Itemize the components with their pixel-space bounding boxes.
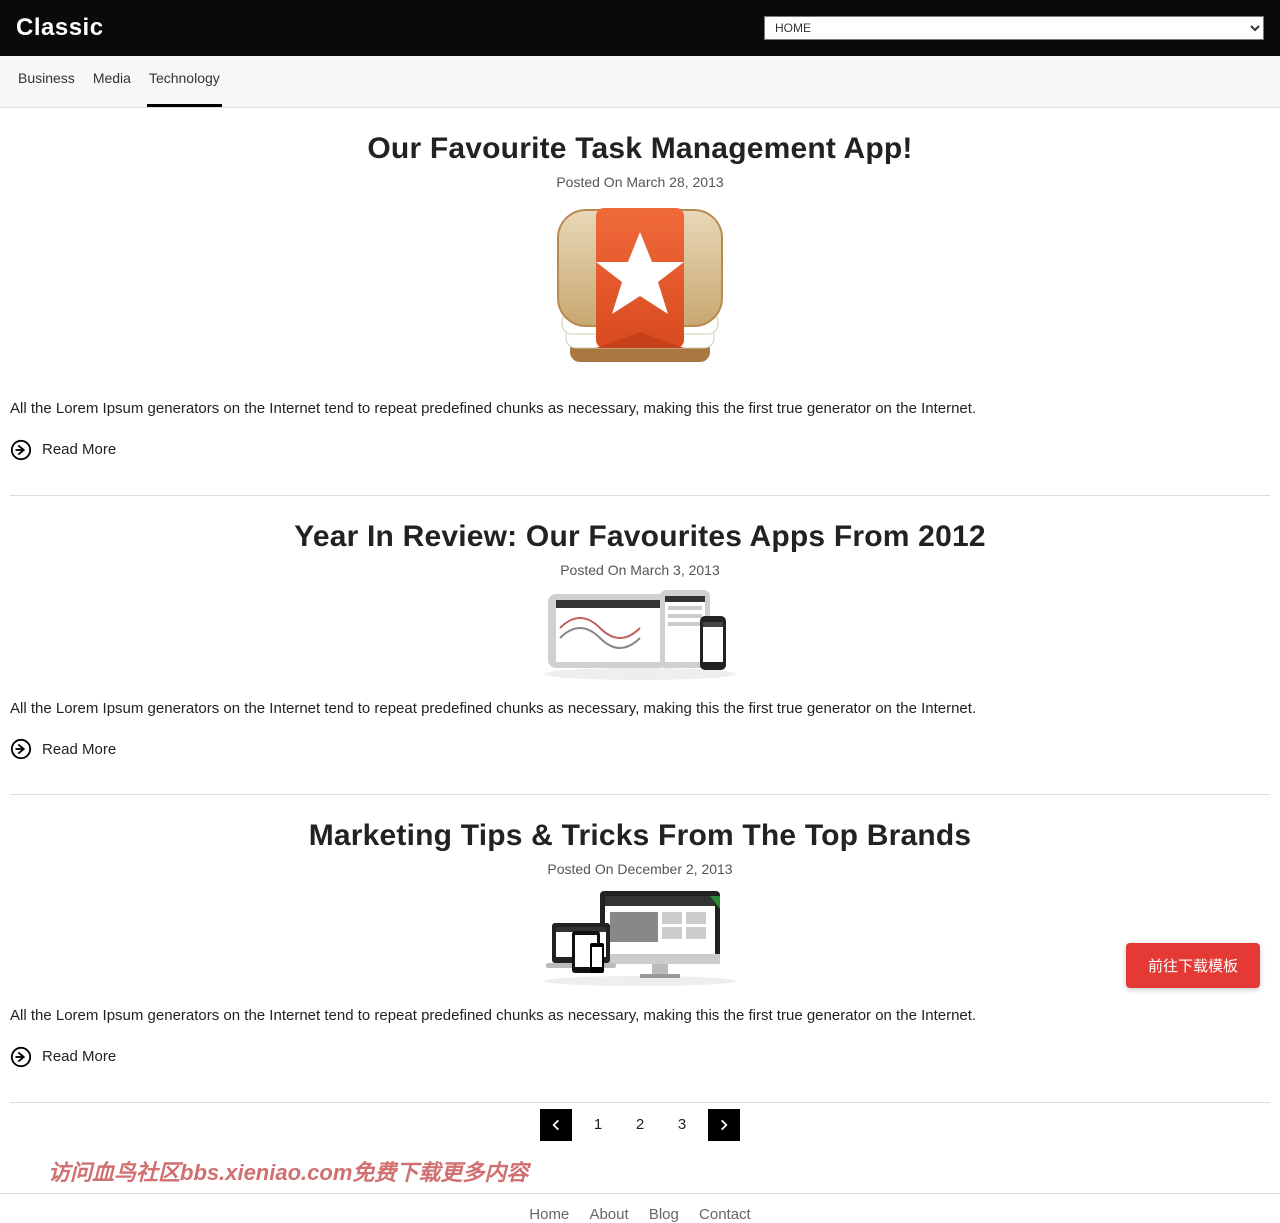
- read-more-link[interactable]: Read More: [10, 738, 1270, 760]
- post-image[interactable]: [10, 200, 1270, 380]
- brand-title[interactable]: Classic: [16, 14, 104, 42]
- footer-link-contact[interactable]: Contact: [699, 1206, 751, 1223]
- responsive-showcase-icon: [540, 887, 740, 987]
- read-more-label: Read More: [42, 441, 116, 458]
- devices-mockup-icon: [540, 588, 740, 680]
- footer-link-blog[interactable]: Blog: [649, 1206, 679, 1223]
- read-more-link[interactable]: Read More: [10, 439, 1270, 461]
- post-title[interactable]: Marketing Tips & Tricks From The Top Bra…: [10, 819, 1270, 853]
- post-meta: Posted On March 28, 2013: [10, 174, 1270, 190]
- footer-link-home[interactable]: Home: [529, 1206, 569, 1223]
- footer-nav: Home About Blog Contact: [0, 1193, 1280, 1223]
- post-title[interactable]: Year In Review: Our Favourites Apps From…: [10, 520, 1270, 554]
- arrow-circle-right-icon: [10, 1046, 32, 1068]
- topbar: Classic HOME: [0, 0, 1280, 56]
- pagination-page-1[interactable]: 1: [582, 1109, 614, 1141]
- category-link-technology[interactable]: Technology: [147, 70, 222, 107]
- post-excerpt: All the Lorem Ipsum generators on the In…: [10, 398, 1270, 421]
- read-more-label: Read More: [42, 741, 116, 758]
- read-more-link[interactable]: Read More: [10, 1046, 1270, 1068]
- read-more-label: Read More: [42, 1048, 116, 1065]
- post-excerpt: All the Lorem Ipsum generators on the In…: [10, 1005, 1270, 1028]
- wunderlist-icon: [540, 200, 740, 380]
- post-image[interactable]: [10, 887, 1270, 987]
- post: Year In Review: Our Favourites Apps From…: [10, 496, 1270, 796]
- category-link-business[interactable]: Business: [16, 70, 77, 107]
- download-template-button[interactable]: 前往下载模板: [1126, 943, 1260, 988]
- pagination: 1 2 3: [10, 1103, 1270, 1151]
- footer-link-about[interactable]: About: [589, 1206, 628, 1223]
- post-title[interactable]: Our Favourite Task Management App!: [10, 132, 1270, 166]
- post: Marketing Tips & Tricks From The Top Bra…: [10, 795, 1270, 1103]
- pagination-page-2[interactable]: 2: [624, 1109, 656, 1141]
- post-image[interactable]: [10, 588, 1270, 680]
- arrow-circle-right-icon: [10, 738, 32, 760]
- pagination-page-3[interactable]: 3: [666, 1109, 698, 1141]
- post-excerpt: All the Lorem Ipsum generators on the In…: [10, 698, 1270, 721]
- post-meta: Posted On March 3, 2013: [10, 562, 1270, 578]
- pagination-prev[interactable]: [540, 1109, 572, 1141]
- chevron-left-icon: [549, 1118, 563, 1132]
- pagination-next[interactable]: [708, 1109, 740, 1141]
- post-meta: Posted On December 2, 2013: [10, 861, 1270, 877]
- chevron-right-icon: [717, 1118, 731, 1132]
- nav-select[interactable]: HOME: [764, 16, 1264, 40]
- post: Our Favourite Task Management App! Poste…: [10, 108, 1270, 496]
- arrow-circle-right-icon: [10, 439, 32, 461]
- category-bar: Business Media Technology: [0, 56, 1280, 108]
- category-link-media[interactable]: Media: [91, 70, 133, 107]
- content: Our Favourite Task Management App! Poste…: [0, 108, 1280, 1151]
- watermark-text: 访问血鸟社区bbs.xieniao.com免费下载更多内容: [0, 1151, 1280, 1187]
